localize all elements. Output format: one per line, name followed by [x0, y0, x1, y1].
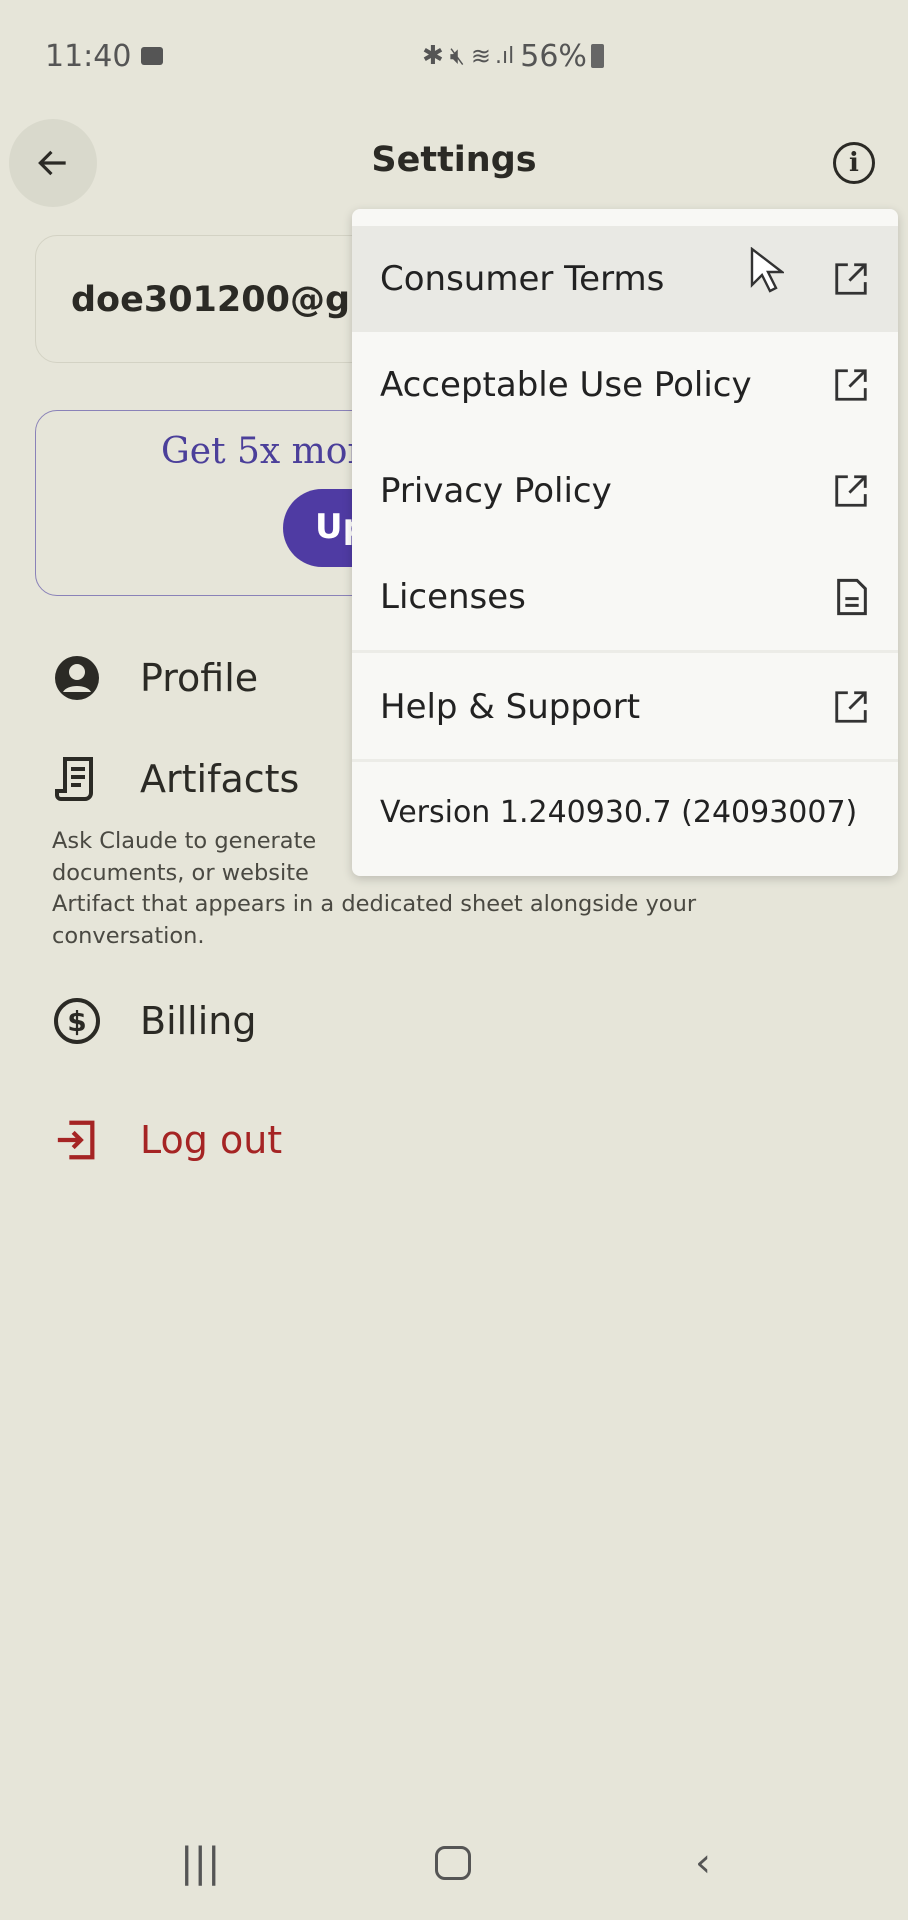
menu-item-licenses[interactable]: Licenses: [352, 544, 898, 650]
signal-icon: .ıl: [495, 43, 515, 69]
settings-logout[interactable]: Log out: [52, 1115, 282, 1165]
menu-item-help-support[interactable]: Help & Support: [352, 654, 898, 760]
bluetooth-icon: ✱: [422, 41, 444, 71]
settings-profile[interactable]: Profile: [52, 653, 258, 703]
svg-text:$: $: [67, 1005, 86, 1038]
settings-artifacts[interactable]: Artifacts: [52, 754, 299, 804]
video-record-icon: [141, 47, 164, 65]
info-icon: i: [849, 148, 859, 178]
mute-icon: 🔇︎: [449, 42, 465, 70]
nav-back-button[interactable]: ‹: [695, 1840, 711, 1886]
page-title: Settings: [371, 140, 537, 180]
external-link-icon: [835, 475, 867, 507]
logout-icon: [52, 1115, 102, 1165]
external-link-icon: [835, 369, 867, 401]
wifi-icon: ≋: [470, 42, 492, 70]
menu-divider: [352, 650, 898, 653]
menu-item-acceptable-use[interactable]: Acceptable Use Policy: [352, 332, 898, 438]
settings-billing[interactable]: $ Billing: [52, 996, 257, 1046]
menu-item-privacy-policy[interactable]: Privacy Policy: [352, 438, 898, 544]
status-time: 11:40: [45, 36, 164, 76]
overflow-menu: Consumer Terms Acceptable Use Policy Pri…: [352, 209, 898, 876]
status-icons: ✱ 🔇︎ ≋ .ıl 56%: [422, 36, 604, 76]
info-button[interactable]: i: [833, 142, 875, 184]
nav-recents-button[interactable]: |||: [180, 1840, 220, 1886]
external-link-icon: [835, 263, 867, 295]
menu-version: Version 1.240930.7 (24093007): [380, 794, 858, 830]
nav-home-button[interactable]: [435, 1846, 471, 1880]
user-circle-icon: [52, 653, 102, 703]
document-icon: [837, 578, 867, 616]
external-link-icon: [835, 691, 867, 723]
menu-item-consumer-terms[interactable]: Consumer Terms: [352, 226, 898, 332]
mouse-cursor-icon: [750, 247, 784, 293]
scroll-icon: [52, 754, 102, 804]
battery-icon: [590, 44, 604, 68]
dollar-circle-icon: $: [52, 996, 102, 1046]
